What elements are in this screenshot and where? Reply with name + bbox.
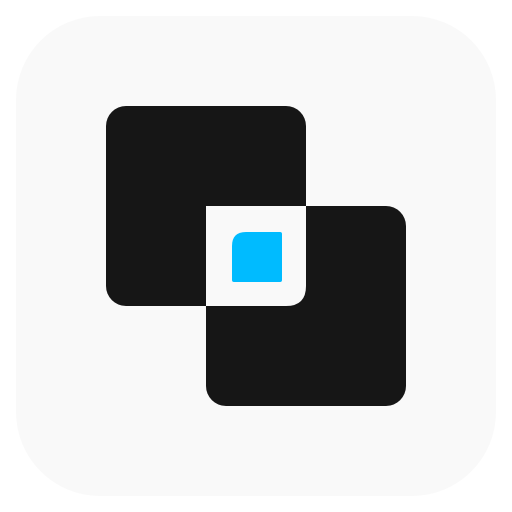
overlapping-squares-icon bbox=[106, 106, 406, 406]
accent-square-shape bbox=[232, 232, 282, 282]
app-icon-canvas bbox=[0, 0, 512, 512]
